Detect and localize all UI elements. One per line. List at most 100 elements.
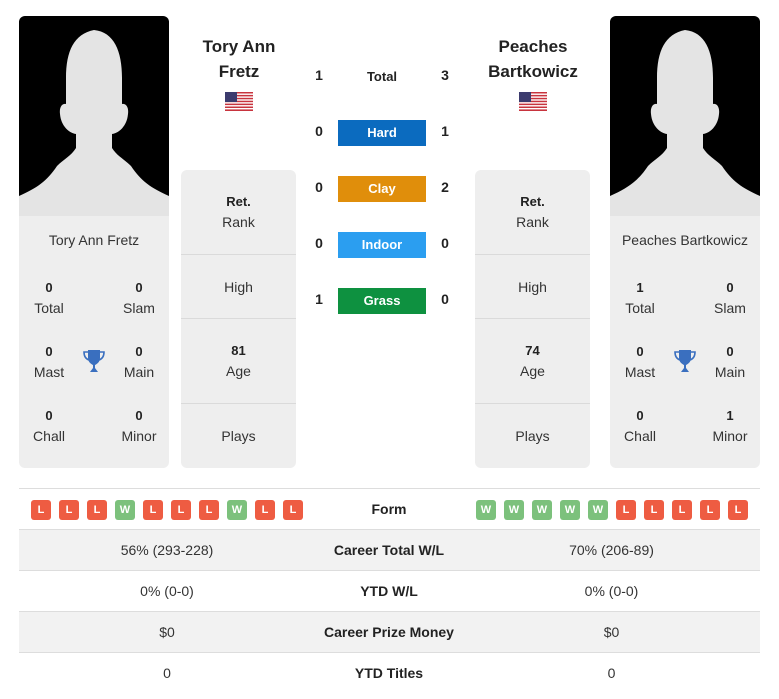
form-badge-loss[interactable]: L [171,500,191,520]
plays-label: Plays [515,428,550,444]
titles-chall-value: 0 [45,408,53,423]
titles-main-value: 0 [726,344,734,359]
player2-rank-panel: Ret. Rank High 74 Age Plays [475,170,590,468]
titles-main-value: 0 [135,344,143,359]
plays-label: Plays [221,428,256,444]
player1-career-wl: 56% (293-228) [120,542,214,558]
player1-name-heading[interactable]: Tory Ann Fretz [174,34,304,84]
player2-titles-slam: 0 Slam [700,278,760,318]
player1-rank: Ret. Rank [181,170,296,254]
player2-ytd-titles: 0 [607,665,616,681]
form-badge-win[interactable]: W [115,500,135,520]
player2-form: WWWWWLLLLL [476,500,748,520]
rank-value: Ret. [520,194,545,209]
form-badge-loss[interactable]: L [283,500,303,520]
career-wl-row: 56% (293-228) Career Total W/L 70% (206-… [19,529,760,570]
player2-card-name[interactable]: Peaches Bartkowicz [610,232,760,248]
player2-name-heading[interactable]: Peaches Bartkowicz [468,34,598,84]
form-badge-loss[interactable]: L [31,500,51,520]
form-badge-loss[interactable]: L [143,500,163,520]
h2h-indoor-p1: 0 [315,235,323,251]
player2-career-wl: 70% (206-89) [569,542,654,558]
ytd-titles-label: YTD Titles [354,665,424,681]
player1-age: 81 Age [181,319,296,403]
player2-photo [610,16,760,216]
rank-label: Rank [516,214,549,230]
player2-rank: Ret. Rank [475,170,590,254]
trophy-icon [81,348,107,374]
player1-photo [19,16,169,216]
titles-minor-value: 0 [135,408,143,423]
player1-titles-chall: 0 Chall [19,406,79,446]
h2h-grass-p1: 1 [315,291,323,307]
form-badge-win[interactable]: W [560,500,580,520]
player2-titles-mast: 0 Mast [610,342,670,382]
player2-high: High [475,255,590,319]
form-badge-win[interactable]: W [504,500,524,520]
player2-card: Peaches Bartkowicz 1 Total 0 Slam 0 Mast… [610,16,760,468]
prize-money-label: Career Prize Money [324,624,454,640]
form-badge-loss[interactable]: L [59,500,79,520]
player1-rank-panel: Ret. Rank High 81 Age Plays [181,170,296,468]
career-wl-label: Career Total W/L [333,542,445,558]
us-flag-icon [519,92,547,111]
h2h-clay-p1: 0 [315,179,323,195]
h2h-grass-p2: 0 [441,291,449,307]
titles-mast-label: Mast [33,364,65,380]
rank-label: Rank [222,214,255,230]
player1-high: High [181,255,296,319]
form-badge-win[interactable]: W [476,500,496,520]
form-badge-loss[interactable]: L [255,500,275,520]
h2h-indoor-p2: 0 [441,235,449,251]
form-badge-loss[interactable]: L [616,500,636,520]
age-label: Age [226,363,251,379]
form-row: LLLWLLLWLL Form WWWWWLLLLL [19,488,760,529]
titles-main-label: Main [123,364,155,380]
player1-card-name[interactable]: Tory Ann Fretz [19,232,169,248]
player2-name-line1: Peaches [498,37,568,56]
form-badge-loss[interactable]: L [700,500,720,520]
player2-plays: Plays [475,404,590,468]
form-badge-loss[interactable]: L [728,500,748,520]
player2-name-line2: Bartkowicz [488,62,578,81]
titles-total-value: 1 [636,280,644,295]
player1-ytd-titles: 0 [163,665,171,681]
titles-minor-value: 1 [726,408,734,423]
player1-titles-slam: 0 Slam [109,278,169,318]
form-badge-loss[interactable]: L [644,500,664,520]
surface-grass-button[interactable]: Grass [338,288,426,314]
prize-money-row: $0 Career Prize Money $0 [19,611,760,652]
player1-ytd-wl: 0% (0-0) [140,583,194,599]
titles-minor-label: Minor [121,428,157,444]
age-value: 81 [231,343,246,358]
form-badge-win[interactable]: W [532,500,552,520]
player1-titles-minor: 0 Minor [109,406,169,446]
rank-value: Ret. [226,194,251,209]
player1-plays: Plays [181,404,296,468]
titles-total-label: Total [34,300,64,316]
ytd-wl-label: YTD W/L [360,583,418,599]
surface-indoor-button[interactable]: Indoor [338,232,426,258]
high-label: High [518,279,547,295]
titles-mast-label: Mast [624,364,656,380]
player1-prize-money: $0 [159,624,175,640]
form-badge-win[interactable]: W [588,500,608,520]
form-badge-win[interactable]: W [227,500,247,520]
player1-form: LLLWLLLWLL [31,500,303,520]
titles-total-label: Total [625,300,655,316]
age-label: Age [520,363,545,379]
ytd-wl-row: 0% (0-0) YTD W/L 0% (0-0) [19,570,760,611]
ytd-titles-row: 0 YTD Titles 0 [19,652,760,693]
form-badge-loss[interactable]: L [672,500,692,520]
form-badge-loss[interactable]: L [199,500,219,520]
surface-hard-button[interactable]: Hard [338,120,426,146]
h2h-total-p2: 3 [441,67,449,83]
form-badge-loss[interactable]: L [87,500,107,520]
player2-age: 74 Age [475,319,590,403]
surface-clay-button[interactable]: Clay [338,176,426,202]
h2h-clay-p2: 2 [441,179,449,195]
player1-titles-main: 0 Main [109,342,169,382]
player2-titles-total: 1 Total [610,278,670,318]
trophy-icon [672,348,698,374]
titles-minor-label: Minor [712,428,748,444]
